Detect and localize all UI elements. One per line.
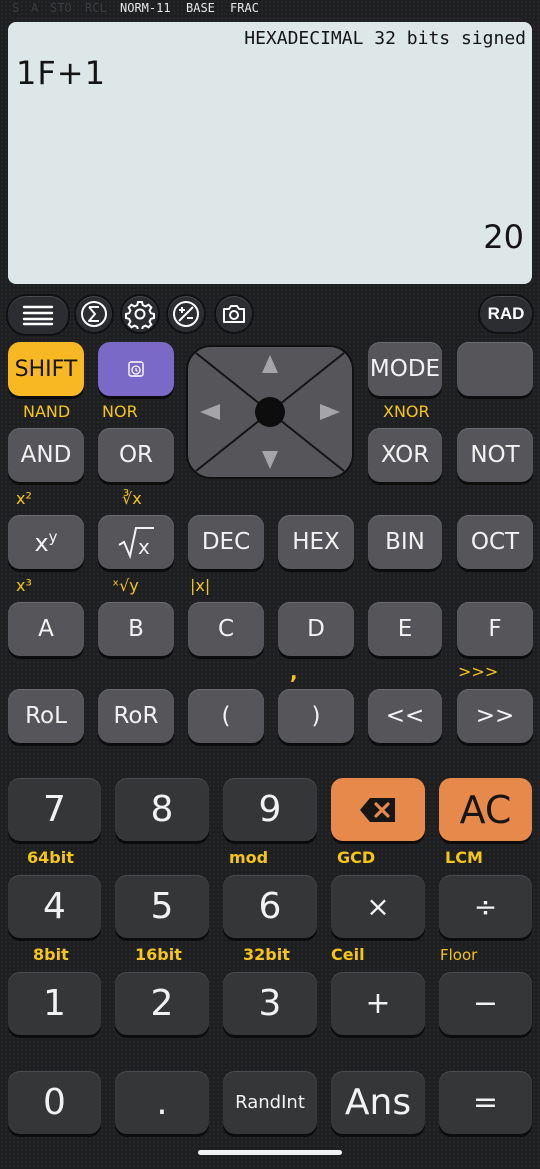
plus-minus-button[interactable] (166, 294, 206, 334)
three-key[interactable]: 3 (223, 972, 317, 1035)
six-key[interactable]: 6 (223, 875, 317, 938)
nand-label: NAND (23, 402, 71, 421)
shift-key[interactable]: SHIFT (8, 342, 84, 396)
status-frac: FRAC (230, 1, 259, 15)
sqrt-key[interactable]: x (98, 515, 174, 569)
x-root-y-label: ˣ√y (112, 576, 139, 595)
left-paren-key[interactable]: ( (188, 689, 264, 743)
d-key[interactable]: D (278, 602, 354, 656)
shift-left-key[interactable]: << (368, 689, 442, 743)
rotate-right-key[interactable]: RoR (98, 689, 174, 743)
status-a: A (31, 1, 39, 15)
multiply-key[interactable]: × (331, 875, 425, 938)
plus-key[interactable]: + (331, 972, 425, 1035)
e-key[interactable]: E (368, 602, 442, 656)
abs-label: |x| (190, 576, 211, 595)
home-indicator[interactable] (198, 1150, 342, 1155)
dec-key[interactable]: DEC (188, 515, 264, 569)
not-key[interactable]: NOT (457, 428, 533, 482)
x-power-y-key[interactable]: xy (8, 515, 84, 569)
five-key[interactable]: 5 (115, 875, 209, 938)
unsigned-shift-label: >>> (458, 662, 499, 681)
svg-text:x: x (138, 535, 150, 559)
oct-key[interactable]: OCT (457, 515, 533, 569)
calculator-display[interactable]: HEXADECIMAL 32 bits signed 1F+1 20 (8, 22, 532, 284)
ceil-label: Ceil (331, 945, 365, 964)
shift-right-key[interactable]: >> (457, 689, 533, 743)
mode-indicator: HEXADECIMAL 32 bits signed (244, 28, 526, 49)
xor-key[interactable]: XOR (368, 428, 442, 482)
menu-button[interactable] (6, 294, 70, 336)
8bit-label: 8bit (33, 945, 69, 964)
c-key[interactable]: C (188, 602, 264, 656)
32bit-label: 32bit (243, 945, 290, 964)
minus-key[interactable]: − (439, 972, 532, 1035)
random-int-key[interactable]: RandInt (223, 1071, 317, 1134)
xnor-label: XNOR (383, 402, 430, 421)
status-s: S (12, 1, 20, 15)
history-key[interactable] (98, 342, 174, 396)
eight-key[interactable]: 8 (115, 778, 209, 841)
gcd-label: GCD (337, 848, 376, 867)
plus-minus-icon (173, 301, 199, 327)
menu-icon (22, 305, 54, 326)
camera-icon (223, 305, 245, 323)
bin-key[interactable]: BIN (368, 515, 442, 569)
zero-key[interactable]: 0 (8, 1071, 101, 1134)
x-squared-label: x² (16, 489, 32, 508)
status-bar: S A STO RCL NORM-11 BASE FRAC (0, 0, 540, 16)
four-key[interactable]: 4 (8, 875, 101, 938)
or-key[interactable]: OR (98, 428, 174, 482)
nine-key[interactable]: 9 (223, 778, 317, 841)
gear-icon (125, 301, 155, 329)
blank-key[interactable] (457, 342, 533, 396)
mode-key[interactable]: MODE (368, 342, 442, 396)
all-clear-key[interactable]: AC (439, 778, 532, 841)
b-key[interactable]: B (98, 602, 174, 656)
camera-button[interactable] (214, 294, 254, 334)
direction-pad[interactable] (186, 345, 354, 479)
x-cubed-label: x³ (16, 576, 32, 595)
one-key[interactable]: 1 (8, 972, 101, 1035)
divide-key[interactable]: ÷ (439, 875, 532, 938)
sqrt-icon: x (118, 527, 154, 559)
angle-mode-button[interactable]: RAD (478, 294, 534, 334)
two-key[interactable]: 2 (115, 972, 209, 1035)
rotate-left-key[interactable]: RoL (8, 689, 84, 743)
status-norm: NORM-11 (120, 1, 171, 15)
clock-icon (128, 361, 144, 377)
floor-label: Floor (440, 946, 478, 964)
64bit-label: 64bit (27, 848, 74, 867)
16bit-label: 16bit (135, 945, 182, 964)
backspace-icon (360, 797, 395, 822)
settings-button[interactable] (120, 294, 160, 334)
right-paren-key[interactable]: ) (278, 689, 354, 743)
status-sto: STO (50, 1, 72, 15)
answer-key[interactable]: Ans (331, 1071, 425, 1134)
comma-label: , (290, 660, 298, 684)
angle-mode-label: RAD (487, 304, 525, 323)
expression-field[interactable]: 1F+1 (16, 54, 106, 92)
x-power-y-symbol: xy (34, 527, 58, 557)
equals-key[interactable]: = (439, 1071, 532, 1134)
status-base: BASE (186, 1, 215, 15)
and-key[interactable]: AND (8, 428, 84, 482)
decimal-point-key[interactable]: . (115, 1071, 209, 1134)
status-rcl: RCL (85, 1, 107, 15)
cube-root-label: ∛x (122, 489, 142, 508)
hex-key[interactable]: HEX (278, 515, 354, 569)
sigma-icon (81, 301, 107, 327)
result-value: 20 (483, 218, 524, 256)
f-key[interactable]: F (457, 602, 533, 656)
lcm-label: LCM (445, 848, 483, 867)
sigma-button[interactable] (74, 294, 114, 334)
a-key[interactable]: A (8, 602, 84, 656)
backspace-key[interactable] (331, 778, 425, 841)
seven-key[interactable]: 7 (8, 778, 101, 841)
mod-label: mod (229, 848, 269, 867)
nor-label: NOR (102, 402, 138, 421)
